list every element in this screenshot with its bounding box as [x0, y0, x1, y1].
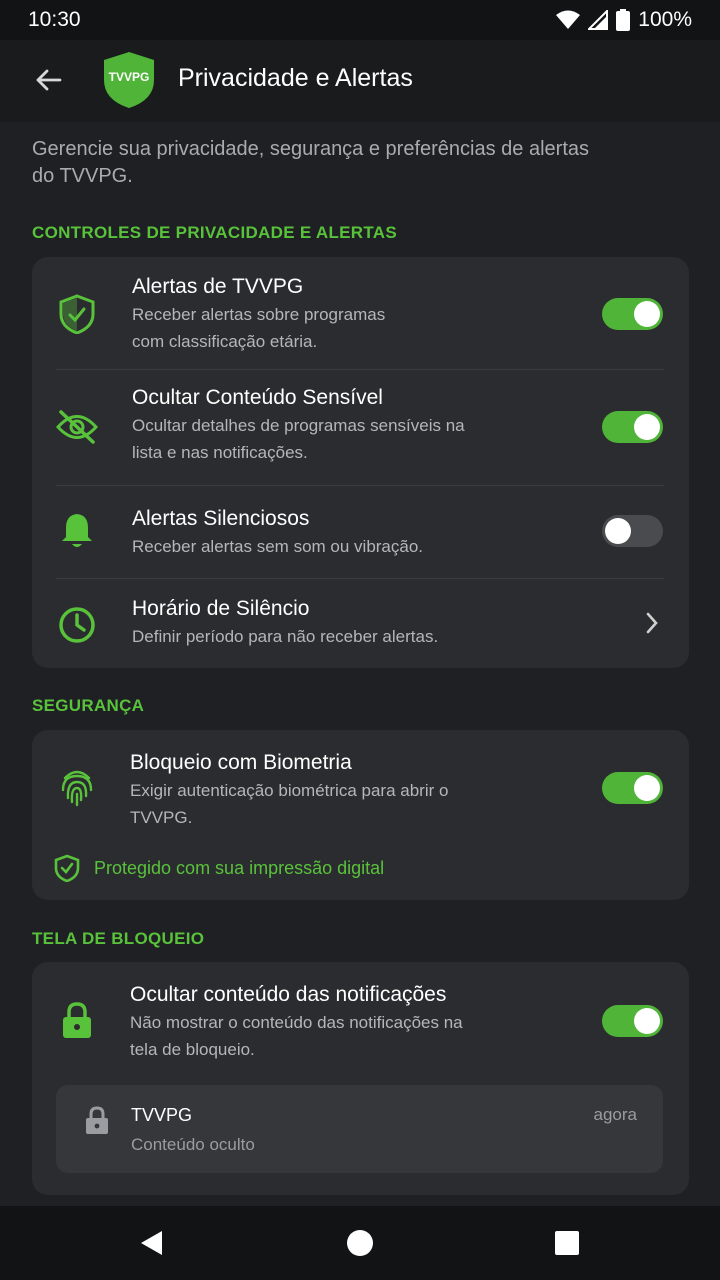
notification-time: agora: [593, 1105, 637, 1124]
battery-percentage: 100%: [638, 8, 692, 31]
silent-alerts-toggle[interactable]: [602, 515, 663, 547]
tvvpg-alerts-toggle[interactable]: [602, 298, 663, 330]
biometric-lock-toggle[interactable]: [602, 772, 663, 804]
shield-check-icon: [56, 293, 98, 335]
system-nav-bar: [0, 1206, 720, 1280]
nav-home-button[interactable]: [346, 1229, 374, 1257]
protected-status: Protegido com sua impressão digital: [54, 854, 384, 882]
setting-subtitle: Receber alertas sobre programas com clas…: [132, 305, 386, 351]
clock-icon: [56, 604, 98, 646]
status-icons: 100%: [556, 8, 692, 32]
battery-icon: [616, 9, 631, 31]
setting-row-biometric-lock[interactable]: Bloqueio com Biometria Exigir autenticaç…: [32, 730, 689, 842]
setting-subtitle: Ocultar detalhes de programas sensíveis …: [132, 416, 465, 462]
hide-notification-content-toggle[interactable]: [602, 1005, 663, 1037]
page-title: Privacidade e Alertas: [178, 64, 413, 92]
fingerprint-icon: [56, 767, 98, 809]
section-title-security: SEGURANÇA: [32, 696, 145, 715]
section-title-lockscreen: TELA DE BLOQUEIO: [32, 929, 205, 948]
status-time: 10:30: [28, 8, 81, 31]
nav-back-button[interactable]: [138, 1229, 166, 1257]
lock-icon: [86, 1106, 108, 1134]
svg-text:TVVPG: TVVPG: [109, 70, 150, 84]
arrow-left-icon: [36, 69, 62, 91]
setting-subtitle: Definir período para não receber alertas…: [132, 627, 439, 646]
wifi-icon: [556, 10, 581, 29]
shield-check-icon: [54, 854, 80, 882]
notification-app-name: TVVPG: [131, 1105, 193, 1125]
tvvpg-logo: TVVPG: [104, 52, 154, 108]
nav-recents-button[interactable]: [553, 1229, 581, 1257]
setting-row-tvvpg-alerts[interactable]: Alertas de TVVPG Receber alertas sobre p…: [32, 257, 689, 369]
notification-body: Conteúdo oculto: [131, 1135, 255, 1154]
setting-title: Bloqueio com Biometria: [130, 751, 352, 774]
signal-icon: [588, 10, 609, 30]
eye-off-icon: [56, 406, 98, 448]
setting-title: Ocultar Conteúdo Sensível: [132, 386, 383, 409]
setting-row-hide-notification-content[interactable]: Ocultar conteúdo das notificações Não mo…: [32, 962, 689, 1074]
setting-subtitle: Exigir autenticação biométrica para abri…: [130, 781, 449, 827]
protected-status-text: Protegido com sua impressão digital: [94, 857, 385, 878]
back-button[interactable]: [30, 62, 66, 98]
bell-icon: [56, 509, 98, 551]
setting-title: Alertas Silenciosos: [132, 507, 310, 530]
setting-subtitle: Receber alertas sem som ou vibração.: [132, 537, 424, 556]
setting-row-quiet-hours[interactable]: Horário de Silêncio Definir período para…: [32, 579, 689, 668]
app-bar: TVVPG Privacidade e Alertas: [0, 40, 720, 122]
setting-title: Horário de Silêncio: [132, 597, 310, 620]
hide-sensitive-toggle[interactable]: [602, 411, 663, 443]
intro-text: Gerencie sua privacidade, segurança e pr…: [32, 138, 589, 187]
chevron-right-icon: [646, 612, 658, 634]
setting-title: Alertas de TVVPG: [132, 275, 304, 298]
status-bar: 10:30 100%: [0, 0, 720, 40]
lock-icon: [56, 999, 98, 1041]
lockscreen-card: Ocultar conteúdo das notificações Não mo…: [32, 962, 689, 1195]
setting-subtitle: Não mostrar o conteúdo das notificações …: [130, 1013, 463, 1059]
section-title-privacy: CONTROLES DE PRIVACIDADE E ALERTAS: [32, 223, 398, 242]
setting-row-silent-alerts[interactable]: Alertas Silenciosos Receber alertas sem …: [32, 486, 689, 578]
security-card: Bloqueio com Biometria Exigir autenticaç…: [32, 730, 689, 900]
setting-title: Ocultar conteúdo das notificações: [130, 983, 447, 1006]
privacy-card: Alertas de TVVPG Receber alertas sobre p…: [32, 257, 689, 668]
notification-preview: TVVPG Conteúdo oculto agora: [56, 1085, 663, 1173]
setting-row-hide-sensitive[interactable]: Ocultar Conteúdo Sensível Ocultar detalh…: [32, 370, 689, 484]
